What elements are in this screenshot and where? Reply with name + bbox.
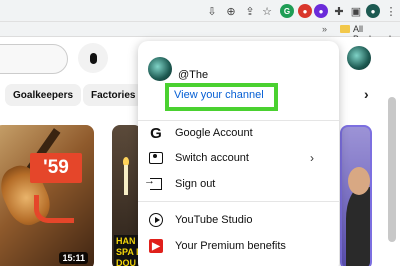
extension-purple-icon[interactable]: ● xyxy=(314,4,328,18)
menu-item-premium-benefits[interactable]: ▶ Your Premium benefits xyxy=(138,233,339,259)
install-app-icon[interactable]: ⇩ xyxy=(205,4,219,18)
menu-item-label: YouTube Studio xyxy=(175,214,253,226)
extension-red-icon[interactable]: ● xyxy=(298,4,312,18)
zoom-icon[interactable]: ⊕ xyxy=(224,4,238,18)
year-badge: '59 xyxy=(30,153,82,183)
kebab-menu-icon[interactable]: ⋮ xyxy=(384,4,398,18)
voice-search-button[interactable] xyxy=(78,43,108,73)
account-menu: @The View your channel G Google Account … xyxy=(138,41,339,266)
menu-item-label: Sign out xyxy=(175,178,216,190)
menu-item-google-account[interactable]: G Google Account xyxy=(138,120,339,146)
menu-item-switch-account[interactable]: Switch account › xyxy=(138,145,339,171)
folder-icon xyxy=(340,25,350,33)
view-channel-link[interactable]: View your channel xyxy=(174,89,264,101)
google-icon: G xyxy=(150,124,162,142)
arrow-graphic xyxy=(34,195,74,223)
menu-item-label: Google Account xyxy=(175,127,253,139)
switch-account-icon xyxy=(148,150,164,166)
channel-handle: @The xyxy=(178,69,209,81)
extension-grammarly-icon[interactable]: G xyxy=(280,4,294,18)
side-panel-icon[interactable]: ▣ xyxy=(349,4,363,18)
studio-icon xyxy=(148,212,164,228)
chevron-right-icon: › xyxy=(310,151,314,165)
premium-icon: ▶ xyxy=(148,238,164,254)
menu-item-label: Your Premium benefits xyxy=(175,240,286,252)
chip-factories[interactable]: Factories xyxy=(83,84,144,106)
bookmarks-bar: » All Bookmarks xyxy=(0,22,400,44)
video-thumbnail[interactable]: '59 15:11 xyxy=(0,125,94,266)
sign-out-icon xyxy=(144,175,164,192)
divider xyxy=(138,201,339,202)
scrollbar[interactable] xyxy=(388,97,396,242)
extensions-puzzle-icon[interactable]: ✚ xyxy=(332,4,346,18)
menu-item-sign-out[interactable]: Sign out xyxy=(138,171,339,197)
browser-toolbar: ⇩ ⊕ ⇪ ☆ G ● ● ✚ ▣ ● ⋮ xyxy=(0,0,400,22)
chevron-right-icon[interactable]: › xyxy=(364,86,369,102)
face-image xyxy=(348,167,370,195)
bookmark-star-icon[interactable]: ☆ xyxy=(260,4,274,18)
chip-goalkeepers[interactable]: Goalkeepers xyxy=(5,84,82,106)
account-avatar[interactable] xyxy=(347,46,371,70)
share-icon[interactable]: ⇪ xyxy=(243,4,257,18)
menu-avatar xyxy=(148,57,172,81)
menu-item-youtube-studio[interactable]: YouTube Studio xyxy=(138,207,339,233)
person-image xyxy=(346,187,370,266)
microphone-icon xyxy=(89,52,97,64)
profile-avatar-icon[interactable]: ● xyxy=(366,4,380,18)
search-button[interactable] xyxy=(0,44,68,74)
candle-image xyxy=(124,165,128,195)
menu-item-label: Switch account xyxy=(175,152,249,164)
video-duration: 15:11 xyxy=(59,252,88,264)
video-thumbnail[interactable] xyxy=(340,125,372,266)
bookmarks-overflow-icon[interactable]: » xyxy=(322,24,327,34)
